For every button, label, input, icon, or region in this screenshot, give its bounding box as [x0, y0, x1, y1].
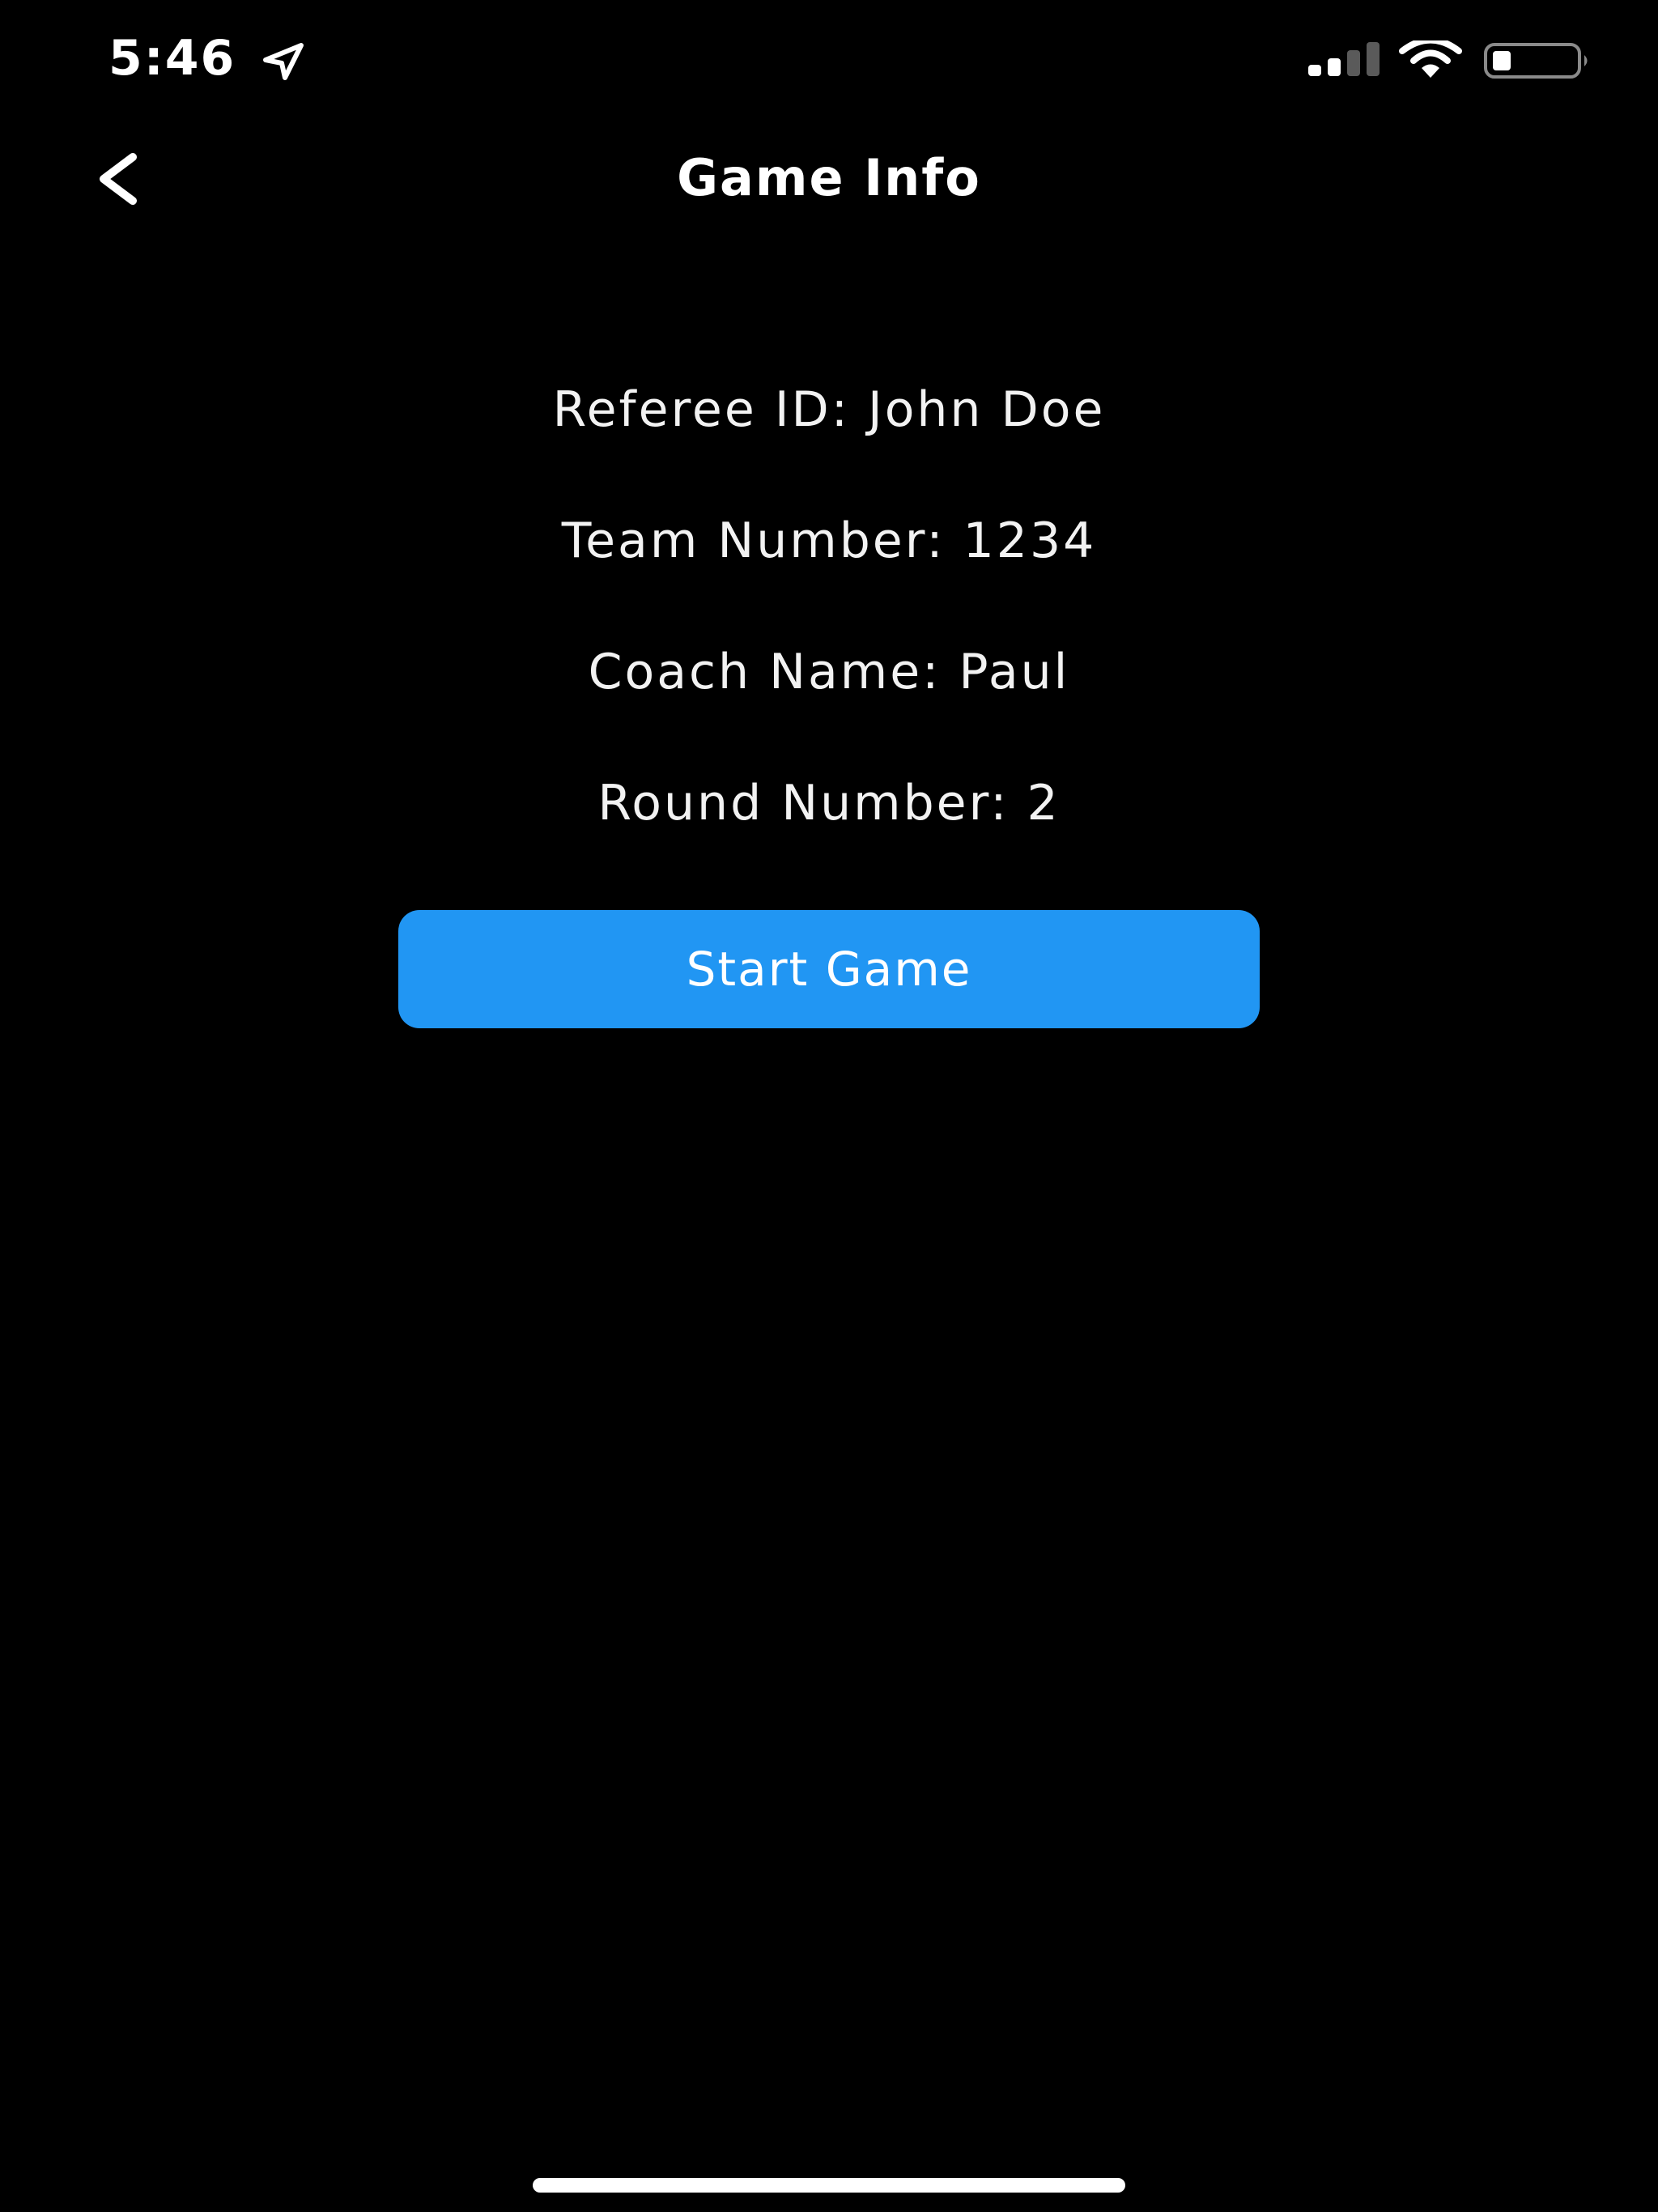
battery-icon	[1484, 43, 1588, 79]
page-title: Game Info	[677, 148, 981, 207]
start-game-button[interactable]: Start Game	[398, 910, 1260, 1028]
team-number-text: Team Number: 1234	[561, 513, 1097, 569]
status-bar: 5:46	[0, 0, 1658, 121]
round-number-text: Round Number: 2	[597, 775, 1061, 832]
status-time: 5:46	[108, 30, 236, 87]
home-indicator[interactable]	[533, 2178, 1125, 2193]
referee-id-text: Referee ID: John Doe	[552, 381, 1106, 438]
coach-name-text: Coach Name: Paul	[588, 644, 1070, 700]
wifi-icon	[1399, 40, 1462, 78]
location-arrow-icon	[263, 43, 304, 80]
cellular-signal-icon	[1308, 42, 1380, 76]
